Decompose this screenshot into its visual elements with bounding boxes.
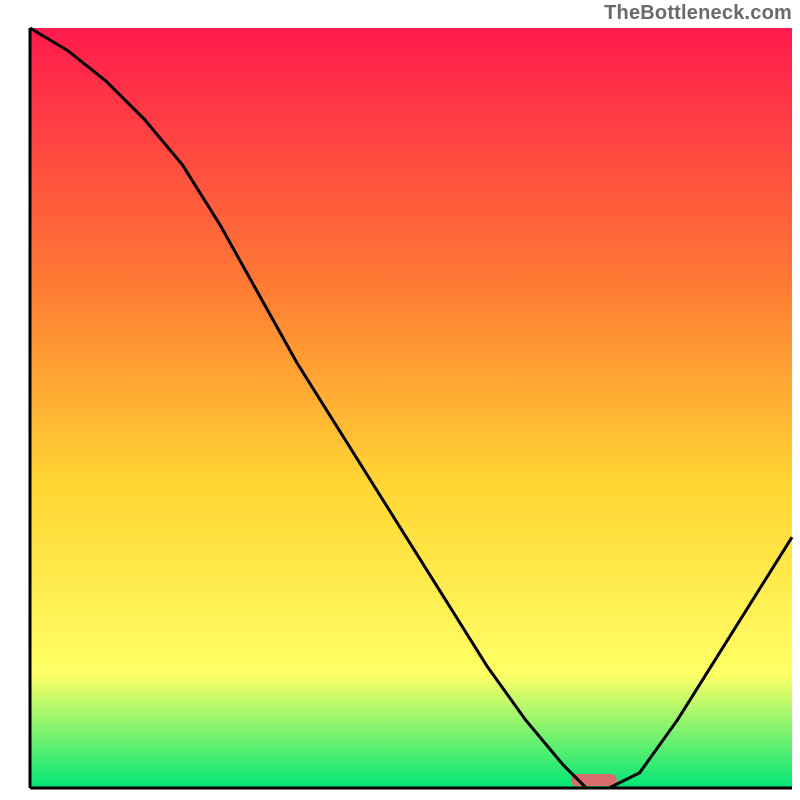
watermark-text: TheBottleneck.com (604, 2, 792, 25)
plot-background (30, 28, 792, 788)
bottleneck-chart (0, 0, 800, 800)
chart-container: TheBottleneck.com (0, 0, 800, 800)
